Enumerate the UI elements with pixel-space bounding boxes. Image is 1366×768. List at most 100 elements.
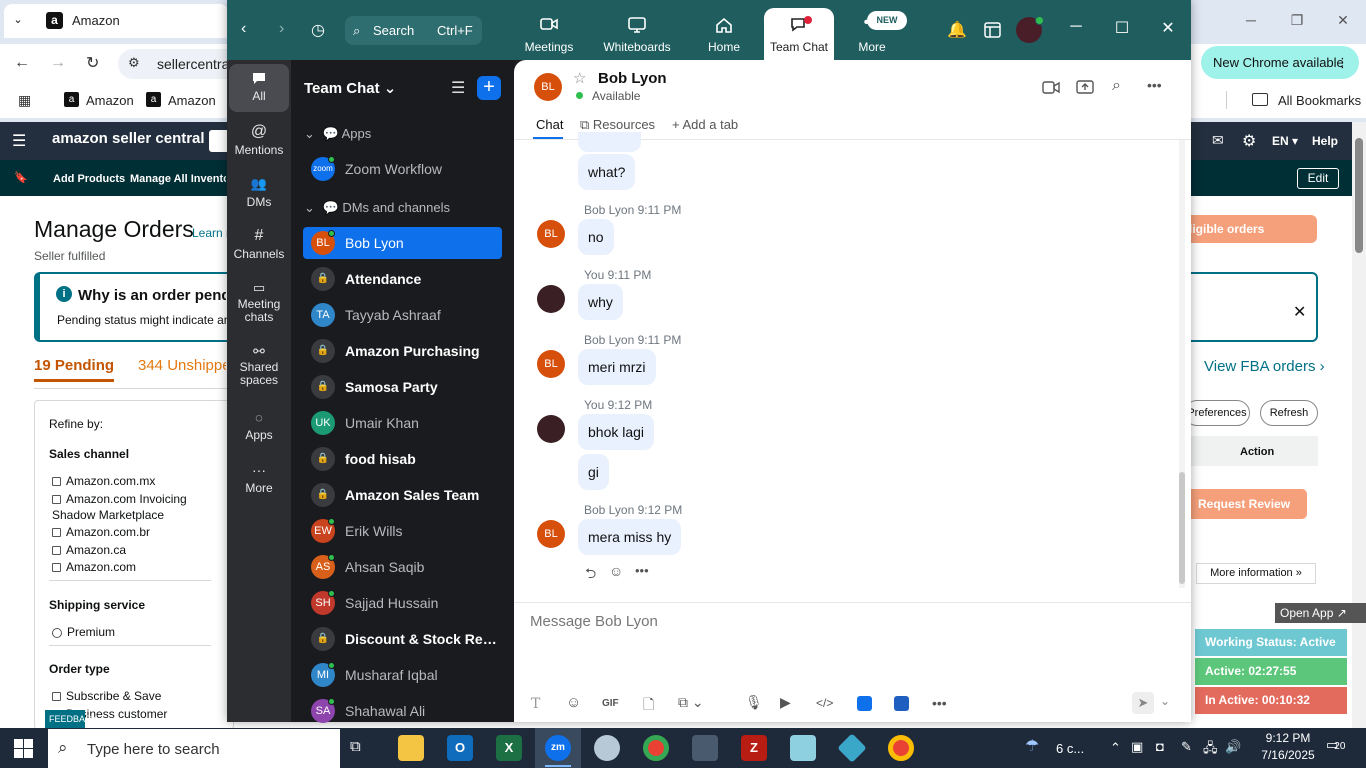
filter-icon[interactable]: ☰	[451, 78, 465, 98]
close-alert-icon[interactable]: ✕	[1293, 302, 1306, 322]
clock-date[interactable]: 7/16/2025	[1258, 748, 1318, 762]
reload-icon[interactable]: ↻	[86, 53, 99, 73]
bookmark-icon[interactable]: 🔖	[14, 171, 28, 184]
list-item[interactable]: zoom Zoom Workflow	[303, 153, 502, 185]
zoom-app-icon[interactable]	[857, 696, 872, 711]
channel-item[interactable]: BL Bob Lyon	[303, 227, 502, 259]
view-fba-link[interactable]: View FBA orders ›	[1204, 358, 1325, 375]
scrollbar-thumb[interactable]	[1355, 138, 1363, 253]
tab-whiteboards[interactable]: Whiteboards	[597, 0, 677, 60]
address-text[interactable]: sellercentra	[157, 56, 229, 72]
chrome-icon[interactable]	[643, 735, 669, 761]
nav-meeting-chats[interactable]: ▭ Meeting chats	[229, 281, 289, 324]
marketplace-select[interactable]	[209, 130, 229, 152]
nav-all[interactable]: All	[229, 64, 289, 112]
screenshot-icon[interactable]: ⧉ ⌄	[678, 694, 704, 711]
tab-team-chat[interactable]: Team Chat	[764, 8, 834, 60]
bookmark-amazon-1[interactable]: Amazon	[86, 93, 134, 108]
apps-grid-icon[interactable]: ▦	[18, 92, 31, 109]
excel-icon[interactable]: X	[496, 735, 522, 761]
new-chrome-button[interactable]: New Chrome available ⋮	[1201, 46, 1359, 79]
checkbox[interactable]	[52, 495, 61, 505]
channel-item[interactable]: 🔒 food hisab	[303, 443, 502, 475]
channel-item[interactable]: SA Shahawal Ali	[303, 695, 502, 727]
edit-button[interactable]: Edit	[1297, 168, 1339, 189]
add-tab-button[interactable]: + Add a tab	[672, 117, 738, 132]
request-review-button[interactable]: Request Review	[1186, 489, 1307, 519]
more-actions-icon[interactable]: •••	[635, 563, 649, 578]
star-icon[interactable]: ☆	[573, 69, 586, 87]
chat-scrollbar-thumb[interactable]	[1179, 472, 1185, 584]
message-bubble[interactable]: bhok lagi	[578, 414, 655, 450]
close-icon[interactable]: ✕	[1320, 8, 1366, 32]
notifications-bell-icon[interactable]: 🔔	[947, 20, 967, 40]
amazon-logo[interactable]: amazon seller central	[52, 130, 205, 147]
search-input[interactable]: ⌕ Search Ctrl+F	[345, 16, 482, 45]
code-snippet-icon[interactable]: </>	[816, 696, 833, 710]
file-icon[interactable]: 🗋	[643, 694, 654, 718]
chrome-icon[interactable]	[888, 735, 914, 761]
channel-item[interactable]: 🔒 Attendance	[303, 263, 502, 295]
language-select[interactable]: EN ▾	[1272, 134, 1298, 148]
reply-icon[interactable]: ⮌	[585, 563, 596, 587]
nav-more[interactable]: ··· More	[229, 462, 289, 495]
forward-icon[interactable]: ›	[279, 20, 284, 38]
all-bookmarks[interactable]: All Bookmarks	[1278, 93, 1361, 108]
contact-avatar[interactable]: BL	[534, 73, 562, 101]
snipping-tool-icon[interactable]	[594, 735, 620, 761]
nav-mentions[interactable]: @ Mentions	[229, 123, 289, 157]
close-icon[interactable]: ✕	[1148, 18, 1188, 38]
settings-gear-icon[interactable]: ⚙	[1242, 131, 1256, 151]
tray-chevron-icon[interactable]: ⌃	[1110, 740, 1121, 756]
file-explorer-icon[interactable]	[398, 735, 424, 761]
eligible-orders-banner[interactable]: ligible orders available	[1183, 215, 1317, 264]
panel-icon[interactable]	[984, 22, 1001, 38]
whiteboard-app-icon[interactable]	[894, 696, 909, 711]
mail-icon[interactable]: ✉	[1212, 132, 1224, 149]
message-bubble[interactable]: what?	[578, 154, 636, 190]
tray-app-icon[interactable]: ◘	[1156, 739, 1164, 754]
tab-pending[interactable]: 19 Pending	[34, 357, 114, 374]
restore-icon[interactable]: ❐	[1274, 8, 1320, 32]
hamburger-icon[interactable]: ☰	[12, 131, 26, 151]
tab-unshipped[interactable]: 344 Unshippe	[138, 357, 226, 374]
message-bubble[interactable]: no	[578, 219, 614, 255]
taskbar-search-placeholder[interactable]: Type here to search	[87, 741, 220, 758]
emoji-reaction-icon[interactable]: ☺	[609, 563, 623, 579]
compose-plus-button[interactable]: +	[477, 76, 501, 100]
more-information-button[interactable]: More information »	[1196, 563, 1316, 584]
tab-meetings[interactable]: Meetings	[512, 0, 586, 60]
channel-item[interactable]: SH Sajjad Hussain	[303, 587, 502, 619]
message-bubble[interactable]: why	[578, 284, 623, 320]
gif-icon[interactable]: GIF	[602, 698, 619, 709]
message-bubble[interactable]: gi	[578, 454, 609, 490]
channel-item[interactable]: UK Umair Khan	[303, 407, 502, 439]
calculator-icon[interactable]	[692, 735, 718, 761]
channel-item[interactable]: MI Musharaf Iqbal	[303, 659, 502, 691]
more-options-icon[interactable]: •••	[1147, 77, 1162, 93]
search-icon[interactable]: ⌕	[1112, 77, 1121, 95]
more-composer-icon[interactable]: •••	[932, 695, 947, 711]
message-bubble[interactable]: meri mrzi	[578, 349, 656, 385]
order-type-option[interactable]: Subscribe & Save	[52, 689, 161, 703]
checkbox[interactable]	[52, 477, 61, 487]
open-app-button[interactable]: Open App ↗	[1275, 603, 1366, 623]
checkbox[interactable]	[52, 563, 61, 573]
preferences-button[interactable]: Preferences	[1184, 400, 1250, 426]
apps-section-toggle[interactable]: ⌄ 💬 Apps	[304, 126, 371, 142]
task-view-icon[interactable]: ⧉	[350, 738, 361, 755]
weather-icon[interactable]: ☂	[1025, 736, 1039, 756]
bookmark-amazon-2[interactable]: Amazon	[168, 93, 216, 108]
minimize-icon[interactable]: ─	[1228, 8, 1274, 32]
volume-icon[interactable]: 🔊	[1225, 739, 1241, 755]
channel-item[interactable]: AS Ahsan Saqib	[303, 551, 502, 583]
channel-item[interactable]: 🔒 Discount & Stock Res...	[303, 623, 502, 655]
refresh-button[interactable]: Refresh	[1260, 400, 1318, 426]
nav-shared-spaces[interactable]: ⚯ Shared spaces	[229, 344, 289, 387]
tab-more[interactable]: ••• More	[835, 0, 909, 60]
outlook-icon[interactable]: O	[447, 735, 473, 761]
notifications-icon[interactable]: ▭20	[1326, 737, 1345, 753]
checkbox[interactable]	[52, 546, 61, 556]
video-message-icon[interactable]: ▶	[780, 694, 791, 711]
checkbox[interactable]	[52, 692, 61, 702]
